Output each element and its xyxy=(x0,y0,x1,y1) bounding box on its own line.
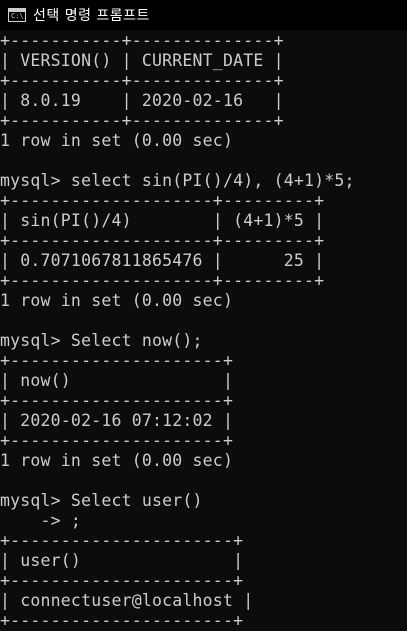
console-line: | sin(PI()/4) | (4+1)*5 | xyxy=(0,211,325,230)
command-prompt-window: C:\ 선택 명령 프롬프트 +-----------+------------… xyxy=(0,0,407,631)
console-line: | connectuser@localhost | xyxy=(0,591,254,610)
console-line: +---------------------+ xyxy=(0,391,234,410)
console-line: +---------------------+ xyxy=(0,351,234,370)
console-line: | 2020-02-16 07:12:02 | xyxy=(0,411,234,430)
console-line: +---------------------+ xyxy=(0,431,234,450)
console-line: +----------------------+ xyxy=(0,571,244,590)
console-line: +--------------------+---------+ xyxy=(0,191,325,210)
console-line: +----------------------+ xyxy=(0,531,244,550)
console-line: +-----------+--------------+ xyxy=(0,71,284,90)
console-line: +-----------+--------------+ xyxy=(0,31,284,50)
console-line: | user() | xyxy=(0,551,244,570)
window-title: 선택 명령 프롬프트 xyxy=(33,8,150,24)
console-line: | 8.0.19 | 2020-02-16 | xyxy=(0,91,284,110)
console-line: | VERSION() | CURRENT_DATE | xyxy=(0,51,284,70)
console-line: 1 row in set (0.00 sec) xyxy=(0,451,234,470)
console-line: -> ; xyxy=(0,511,82,530)
console-line: 1 row in set (0.00 sec) xyxy=(0,291,234,310)
console-line: mysql> select sin(PI()/4), (4+1)*5; xyxy=(0,171,355,190)
console-line: +-----------+--------------+ xyxy=(0,111,284,130)
console-line: mysql> Select user() xyxy=(0,491,203,510)
console-line: +----------------------+ xyxy=(0,611,244,630)
console-line: mysql> Select now(); xyxy=(0,331,203,350)
console-line: +--------------------+---------+ xyxy=(0,231,325,250)
title-bar[interactable]: C:\ 선택 명령 프롬프트 xyxy=(0,0,407,30)
console-line: +--------------------+---------+ xyxy=(0,271,325,290)
console-window-icon[interactable]: C:\ xyxy=(8,8,26,22)
console-line: | now() | xyxy=(0,371,234,390)
console-line: 1 row in set (0.00 sec) xyxy=(0,131,234,150)
console-output[interactable]: +-----------+--------------+ | VERSION()… xyxy=(0,31,407,631)
console-icon-glyph: C:\ xyxy=(11,12,24,20)
console-line: | 0.7071067811865476 | 25 | xyxy=(0,251,325,270)
